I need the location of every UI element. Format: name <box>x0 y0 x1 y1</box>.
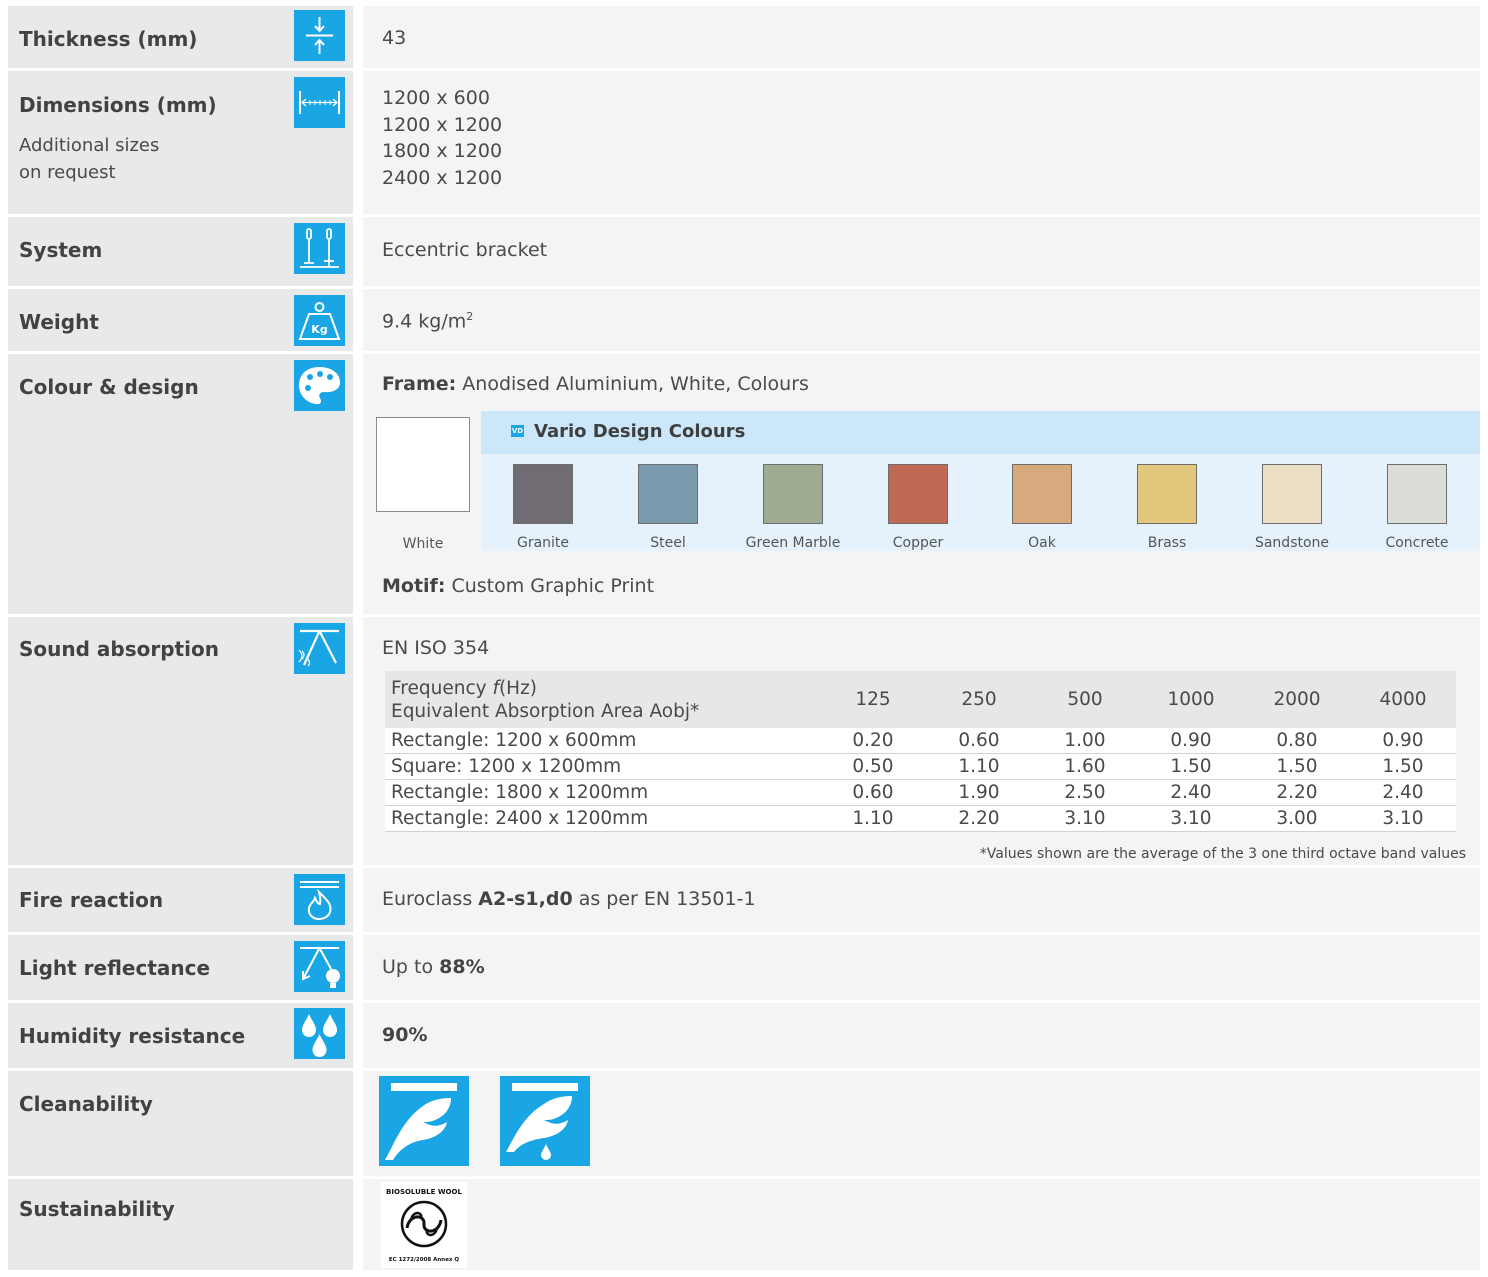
freq-header: 1000 <box>1138 671 1244 728</box>
weight-value: 9.4 kg/m2 <box>382 310 474 333</box>
sound-absorption-table: Frequency f(Hz) Equivalent Absorption Ar… <box>385 671 1456 832</box>
frame-line: Frame: Anodised Aluminium, White, Colour… <box>382 373 809 395</box>
table-header-label: Frequency f(Hz) Equivalent Absorption Ar… <box>385 671 820 728</box>
fire-reaction-label: Fire reaction <box>19 888 164 912</box>
swatch-granite <box>513 464 573 524</box>
svg-text:EC 1272/2008 Annex Q: EC 1272/2008 Annex Q <box>389 1257 460 1263</box>
row-system: System Eccentric bracket <box>8 217 1480 286</box>
row-colour-design: Colour & design Frame: Anodised Aluminiu… <box>8 354 1480 614</box>
weight-icon: Kg <box>294 295 345 346</box>
thickness-icon <box>294 10 345 61</box>
light-reflectance-value: Up to 88% <box>382 956 485 978</box>
row-weight: Weight Kg 9.4 kg/m2 <box>8 289 1480 351</box>
swatch-label: Green Marble <box>745 535 841 551</box>
swatch-label: Brass <box>1147 535 1187 551</box>
table-row: Square: 1200 x 1200mm 0.50 1.10 1.60 1.5… <box>385 753 1456 780</box>
swatch-label: Oak <box>1028 535 1056 551</box>
svg-text:Kg: Kg <box>311 323 327 336</box>
system-label: System <box>19 238 103 262</box>
freq-header: 125 <box>820 671 926 728</box>
dry-clean-icon <box>379 1076 469 1166</box>
freq-header: 4000 <box>1350 671 1456 728</box>
dimensions-label: Dimensions (mm) <box>19 93 217 117</box>
vario-design-title: Vario Design Colours <box>534 421 746 442</box>
swatch-label: Granite <box>516 535 570 551</box>
freq-header: 250 <box>926 671 1032 728</box>
thickness-value: 43 <box>382 27 407 49</box>
wet-clean-icon <box>500 1076 590 1166</box>
fire-icon <box>294 874 345 925</box>
swatch-concrete <box>1387 464 1447 524</box>
system-value: Eccentric bracket <box>382 239 548 261</box>
row-sound-absorption: Sound absorption EN ISO 354 Frequency f(… <box>8 617 1480 865</box>
row-humidity-resistance: Humidity resistance 90% <box>8 1003 1480 1068</box>
sound-absorption-icon <box>294 623 345 674</box>
table-header-row: Frequency f(Hz) Equivalent Absorption Ar… <box>385 671 1456 728</box>
humidity-resistance-label: Humidity resistance <box>19 1024 246 1048</box>
humidity-resistance-value: 90% <box>382 1024 428 1046</box>
row-fire-reaction: Fire reaction Euroclass A2-s1,d0 as per … <box>8 868 1480 932</box>
swatch-label: Sandstone <box>1254 535 1330 551</box>
light-reflectance-icon <box>294 941 345 992</box>
swatch-sandstone <box>1262 464 1322 524</box>
freq-header: 2000 <box>1244 671 1350 728</box>
table-row: Rectangle: 1200 x 600mm 0.20 0.60 1.00 0… <box>385 728 1456 754</box>
vario-design-panel: VD Vario Design Colours Granite Steel Gr… <box>481 411 1480 551</box>
freq-header: 500 <box>1032 671 1138 728</box>
swatch-label: Concrete <box>1385 535 1449 551</box>
motif-line: Motif: Custom Graphic Print <box>382 575 655 597</box>
table-row: Rectangle: 1800 x 1200mm 0.60 1.90 2.50 … <box>385 779 1456 806</box>
row-cleanability: Cleanability <box>8 1071 1480 1176</box>
dimensions-note: Additional sizes on request <box>19 135 160 183</box>
system-icon <box>294 223 345 274</box>
sound-standard: EN ISO 354 <box>382 637 490 659</box>
table-row: Rectangle: 2400 x 1200mm 1.10 2.20 3.10 … <box>385 805 1456 832</box>
vd-badge-icon: VD <box>511 425 524 437</box>
svg-text:BIOSOLUBLE WOOL: BIOSOLUBLE WOOL <box>386 1188 462 1196</box>
dimensions-values: 1200 x 600 1200 x 1200 1800 x 1200 2400 … <box>382 87 503 189</box>
sound-absorption-label: Sound absorption <box>19 637 219 661</box>
swatch-label-white: White <box>402 536 444 552</box>
swatch-oak <box>1012 464 1072 524</box>
table-footnote: *Values shown are the average of the 3 o… <box>979 846 1466 862</box>
palette-icon <box>294 360 345 411</box>
cleanability-label: Cleanability <box>19 1092 153 1116</box>
dimensions-icon <box>294 77 345 128</box>
row-sustainability: Sustainability BIOSOLUBLE WOOL EC 1272/20… <box>8 1179 1480 1270</box>
swatch-green-marble <box>763 464 823 524</box>
swatch-label: Steel <box>650 535 686 551</box>
row-dimensions: Dimensions (mm) Additional sizes on requ… <box>8 71 1480 214</box>
thickness-label: Thickness (mm) <box>19 27 198 51</box>
swatch-white <box>376 417 470 512</box>
row-thickness: Thickness (mm) 43 <box>8 6 1480 68</box>
swatch-copper <box>888 464 948 524</box>
biosoluble-wool-logo: BIOSOLUBLE WOOL EC 1272/2008 Annex Q <box>381 1182 467 1268</box>
humidity-icon <box>294 1008 345 1059</box>
swatch-steel <box>638 464 698 524</box>
weight-label: Weight <box>19 310 99 334</box>
swatch-brass <box>1137 464 1197 524</box>
row-light-reflectance: Light reflectance Up to 88% <box>8 935 1480 1000</box>
swatch-label: Copper <box>892 535 944 551</box>
colour-design-label: Colour & design <box>19 375 199 399</box>
light-reflectance-label: Light reflectance <box>19 956 211 980</box>
sustainability-label: Sustainability <box>19 1197 175 1221</box>
fire-reaction-value: Euroclass A2-s1,d0 as per EN 13501-1 <box>382 888 756 910</box>
